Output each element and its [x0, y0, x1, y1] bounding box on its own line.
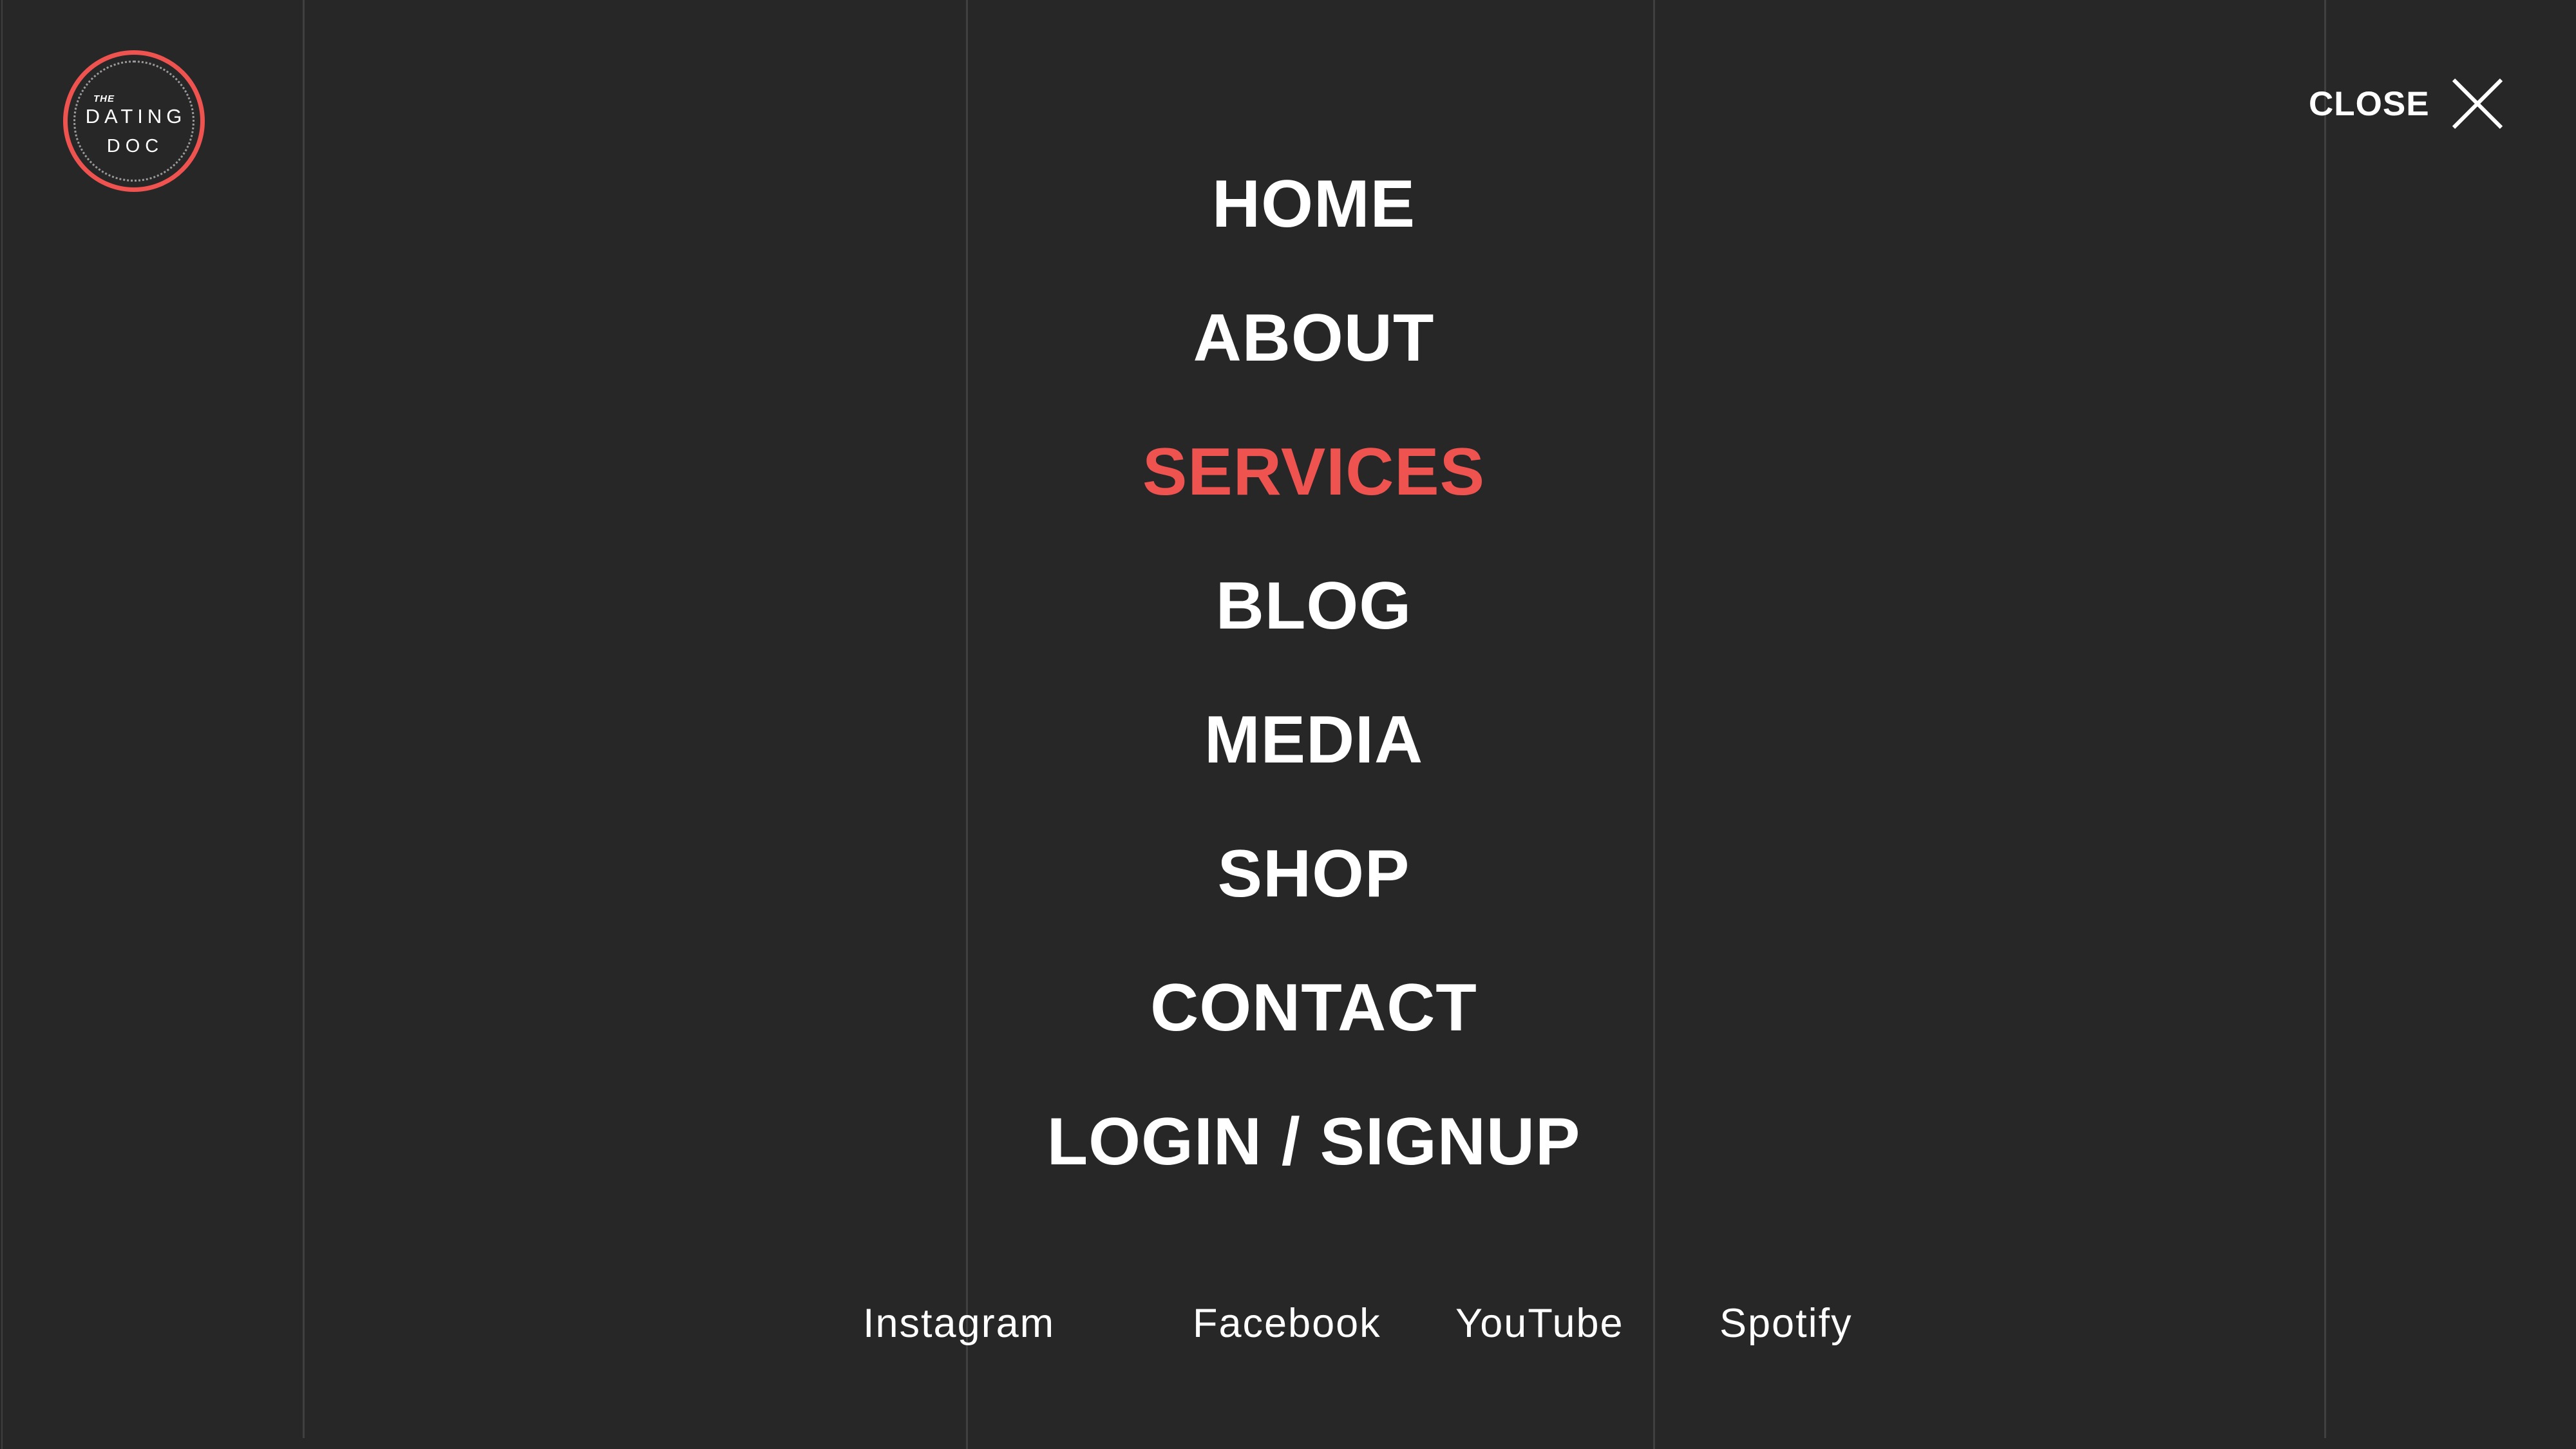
logo-text-dating: DATING [85, 105, 187, 128]
social-link-spotify[interactable]: Spotify [1719, 1294, 1853, 1352]
nav-item-media[interactable]: MEDIA [0, 698, 2576, 782]
logo-text-doc: DOC [106, 136, 164, 156]
close-button[interactable]: CLOSE [2309, 75, 2503, 133]
menu-overlay: THE DATING DOC CLOSE HOME ABOUT SERVICES… [0, 0, 2576, 1449]
logo-text-the: THE [93, 93, 115, 104]
social-link-instagram[interactable]: Instagram [863, 1294, 1055, 1352]
nav-item-blog[interactable]: BLOG [0, 564, 2576, 648]
social-link-youtube[interactable]: YouTube [1455, 1294, 1624, 1352]
close-icon [2452, 78, 2503, 129]
social-link-facebook[interactable]: Facebook [1193, 1294, 1381, 1352]
nav-item-shop[interactable]: SHOP [0, 832, 2576, 916]
close-label: CLOSE [2309, 84, 2430, 123]
nav-item-about[interactable]: ABOUT [0, 296, 2576, 380]
nav-item-contact[interactable]: CONTACT [0, 966, 2576, 1050]
nav-item-login-signup[interactable]: LOGIN / SIGNUP [0, 1100, 2576, 1184]
nav-item-services[interactable]: SERVICES [0, 430, 2576, 514]
nav-item-home[interactable]: HOME [0, 162, 2576, 246]
